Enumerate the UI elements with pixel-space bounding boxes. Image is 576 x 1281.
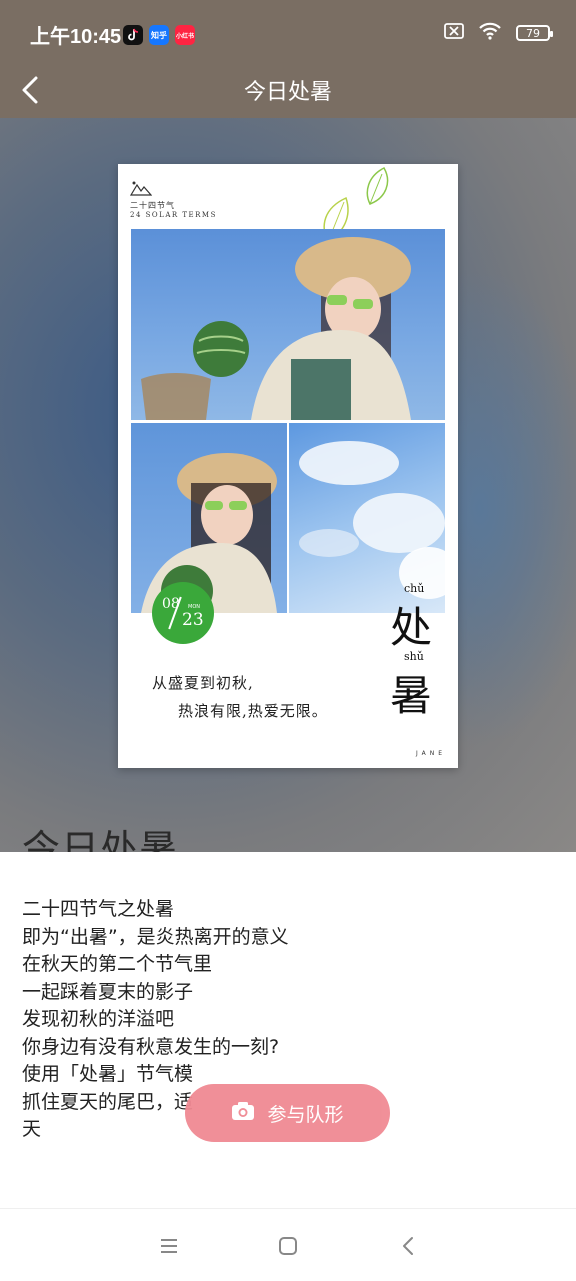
menu-icon[interactable] [158, 1237, 180, 1255]
app-header: 今日处暑 [0, 62, 576, 118]
poster-photo-secondary [131, 423, 287, 613]
date-day: 23 [182, 610, 204, 630]
home-icon[interactable] [278, 1236, 298, 1256]
hero-title: 今日处暑 [22, 827, 179, 852]
system-nav-bar [0, 1208, 576, 1281]
solar-term-poster[interactable]: 二十四节气 24 SOLAR TERMS 08 MON 23 chǔ 处 shǔ… [118, 164, 458, 768]
han-shu: 暑 [390, 671, 433, 720]
poster-photo-main [131, 229, 445, 420]
camera-icon [231, 1101, 255, 1126]
poster-verse-line-1: 从盛夏到初秋, [152, 674, 254, 692]
notification-app-icons: 知乎 小红书 [123, 25, 195, 45]
wifi-icon [478, 22, 502, 44]
date-badge: 08 MON 23 [152, 582, 214, 644]
xiaohongshu-icon: 小红书 [175, 25, 195, 45]
join-button[interactable]: 参与队形 [185, 1084, 390, 1142]
poster-brand-en: 24 SOLAR TERMS [130, 211, 217, 219]
status-time: 上午10:45 [30, 26, 122, 48]
battery-indicator: 79 [516, 25, 553, 41]
join-button-label: 参与队形 [267, 1103, 344, 1126]
no-sim-icon [444, 23, 464, 43]
article-line: 你身边有没有秋意发生的一刻? [22, 1035, 280, 1058]
poster-signature: JANE [415, 750, 446, 757]
status-indicators: 79 [444, 22, 553, 44]
douyin-icon [123, 25, 143, 45]
han-chu: 处 [390, 603, 433, 652]
zhihu-icon: 知乎 [149, 25, 169, 45]
poster-brand-cn: 二十四节气 [130, 201, 175, 210]
article-line: 在秋天的第二个节气里 [22, 953, 213, 975]
article-line: 发现初秋的洋溢吧 [22, 1008, 175, 1030]
back-icon[interactable] [400, 1235, 418, 1257]
mountain-logo-icon [129, 180, 153, 196]
poster-verse-line-2: 热浪有限,热爱无限。 [178, 702, 328, 720]
page-title: 今日处暑 [243, 80, 332, 105]
article-line: 即为“出暑”，是炎热离开的意义 [22, 925, 289, 948]
article-line: 一起踩着夏末的影子 [22, 980, 194, 1003]
status-bar: 上午10:45 知乎 小红书 79 [0, 0, 576, 62]
article-line: 二十四节气之处暑 [22, 898, 175, 920]
